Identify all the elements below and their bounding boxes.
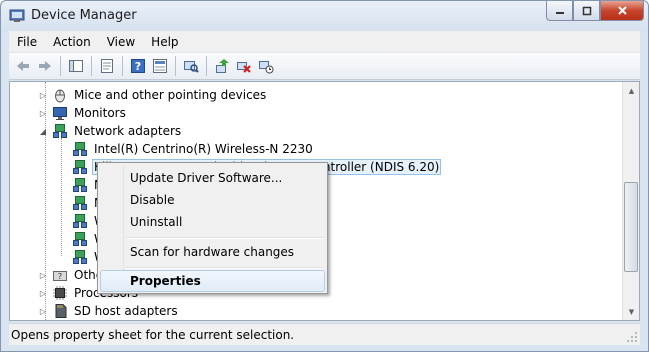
tree-item-label: Mice and other pointing devices bbox=[74, 88, 267, 102]
show-hide-console-tree-icon bbox=[69, 60, 83, 72]
processor-icon bbox=[53, 286, 67, 300]
tree-item-label: Intel(R) Centrino(R) Wireless-N 2230 bbox=[94, 142, 313, 156]
minimize-icon bbox=[555, 11, 564, 14]
scrollbar-thumb[interactable] bbox=[624, 182, 638, 272]
sd-card-icon bbox=[55, 304, 67, 318]
expand-arrow-icon[interactable]: ▷ bbox=[38, 306, 48, 316]
toolbar: ? bbox=[9, 53, 640, 80]
view-button[interactable] bbox=[149, 55, 171, 77]
scroll-up-arrow-icon[interactable]: ▲ bbox=[623, 82, 639, 99]
svg-text:?: ? bbox=[58, 272, 62, 281]
window-title: Device Manager bbox=[31, 8, 137, 23]
back-arrow-icon bbox=[17, 61, 29, 71]
enable-icon bbox=[259, 61, 274, 74]
tree-item-intel-wireless[interactable]: Intel(R) Centrino(R) Wireless-N 2230 bbox=[72, 140, 315, 158]
menu-action[interactable]: Action bbox=[45, 35, 99, 49]
network-adapter-icon bbox=[73, 142, 87, 156]
scan-hardware-button[interactable] bbox=[180, 55, 202, 77]
resize-grip-icon[interactable] bbox=[626, 331, 638, 343]
uninstall-button[interactable] bbox=[233, 55, 255, 77]
network-adapter-icon bbox=[73, 214, 87, 228]
toolbar-separator bbox=[122, 56, 123, 76]
show-hide-console-tree-button[interactable] bbox=[65, 55, 87, 77]
update-driver-icon bbox=[216, 59, 229, 73]
forward-button[interactable] bbox=[34, 55, 56, 77]
menu-item-disable[interactable]: Disable bbox=[100, 189, 325, 211]
mouse-icon bbox=[55, 89, 65, 103]
device-manager-icon bbox=[9, 9, 25, 22]
menu-item-properties[interactable]: Properties bbox=[100, 270, 325, 292]
properties-button[interactable] bbox=[96, 55, 118, 77]
scan-hardware-icon bbox=[184, 61, 199, 73]
uninstall-icon bbox=[237, 62, 251, 73]
help-button[interactable]: ? bbox=[127, 55, 149, 77]
network-adapter-icon bbox=[73, 196, 87, 210]
title-bar[interactable]: Device Manager bbox=[1, 1, 648, 31]
back-button[interactable] bbox=[12, 55, 34, 77]
expand-arrow-icon[interactable]: ▷ bbox=[38, 270, 48, 280]
collapse-arrow-icon[interactable]: ◢ bbox=[38, 126, 48, 136]
tree-item-mice[interactable]: ▷ Mice and other pointing devices bbox=[38, 86, 268, 104]
enable-button[interactable] bbox=[255, 55, 277, 77]
tree-item-label: SD host adapters bbox=[74, 304, 178, 318]
svg-text:?: ? bbox=[135, 60, 141, 73]
status-bar: Opens property sheet for the current sel… bbox=[9, 323, 640, 345]
caption-buttons bbox=[546, 1, 644, 21]
menu-view[interactable]: View bbox=[99, 35, 143, 49]
maximize-button[interactable] bbox=[573, 1, 600, 21]
maximize-icon bbox=[582, 6, 591, 15]
properties-icon bbox=[101, 59, 113, 73]
other-devices-icon: ? bbox=[53, 271, 67, 281]
expand-arrow-icon[interactable]: ▷ bbox=[38, 108, 48, 118]
minimize-button[interactable] bbox=[546, 1, 573, 21]
help-icon: ? bbox=[131, 59, 145, 73]
context-menu-separator bbox=[126, 237, 323, 239]
status-text: Opens property sheet for the current sel… bbox=[11, 327, 295, 342]
close-button[interactable] bbox=[600, 1, 644, 21]
forward-arrow-icon bbox=[39, 61, 51, 71]
context-menu: Update Driver Software... Disable Uninst… bbox=[97, 162, 328, 294]
tree-item-label: Network adapters bbox=[74, 124, 182, 138]
toolbar-separator bbox=[91, 56, 92, 76]
network-adapter-icon bbox=[73, 160, 87, 174]
network-adapter-icon bbox=[53, 124, 67, 138]
menu-bar: File Action View Help bbox=[9, 31, 640, 53]
expand-arrow-icon[interactable]: ▷ bbox=[38, 90, 48, 100]
menu-item-uninstall[interactable]: Uninstall bbox=[100, 211, 325, 233]
tree-item-label: Monitors bbox=[74, 106, 126, 120]
toolbar-separator bbox=[206, 56, 207, 76]
tree-connector bbox=[61, 138, 62, 256]
update-driver-button[interactable] bbox=[211, 55, 233, 77]
view-icon bbox=[153, 59, 167, 73]
menu-help[interactable]: Help bbox=[143, 35, 186, 49]
tree-item-monitors[interactable]: ▷ Monitors bbox=[38, 104, 128, 122]
toolbar-separator bbox=[60, 56, 61, 76]
network-adapter-icon bbox=[73, 250, 87, 264]
context-menu-separator bbox=[126, 267, 323, 269]
tree-item-sd-host-adapters[interactable]: ▷ SD host adapters bbox=[38, 302, 180, 320]
scroll-down-arrow-icon[interactable]: ▼ bbox=[623, 303, 639, 320]
menu-file[interactable]: File bbox=[9, 35, 45, 49]
vertical-scrollbar[interactable]: ▲ ▼ bbox=[622, 82, 639, 320]
tree-item-network-adapters[interactable]: ◢ Network adapters bbox=[38, 122, 183, 140]
toolbar-separator bbox=[175, 56, 176, 76]
monitor-icon bbox=[53, 107, 67, 120]
network-adapter-icon bbox=[73, 178, 87, 192]
expand-arrow-icon[interactable]: ▷ bbox=[38, 288, 48, 298]
device-manager-window: Device Manager File Action View Help ? ▷… bbox=[0, 0, 649, 352]
network-adapter-icon bbox=[73, 232, 87, 246]
menu-item-scan-hardware[interactable]: Scan for hardware changes bbox=[100, 241, 325, 263]
menu-item-update-driver[interactable]: Update Driver Software... bbox=[100, 167, 325, 189]
close-icon bbox=[617, 6, 627, 15]
